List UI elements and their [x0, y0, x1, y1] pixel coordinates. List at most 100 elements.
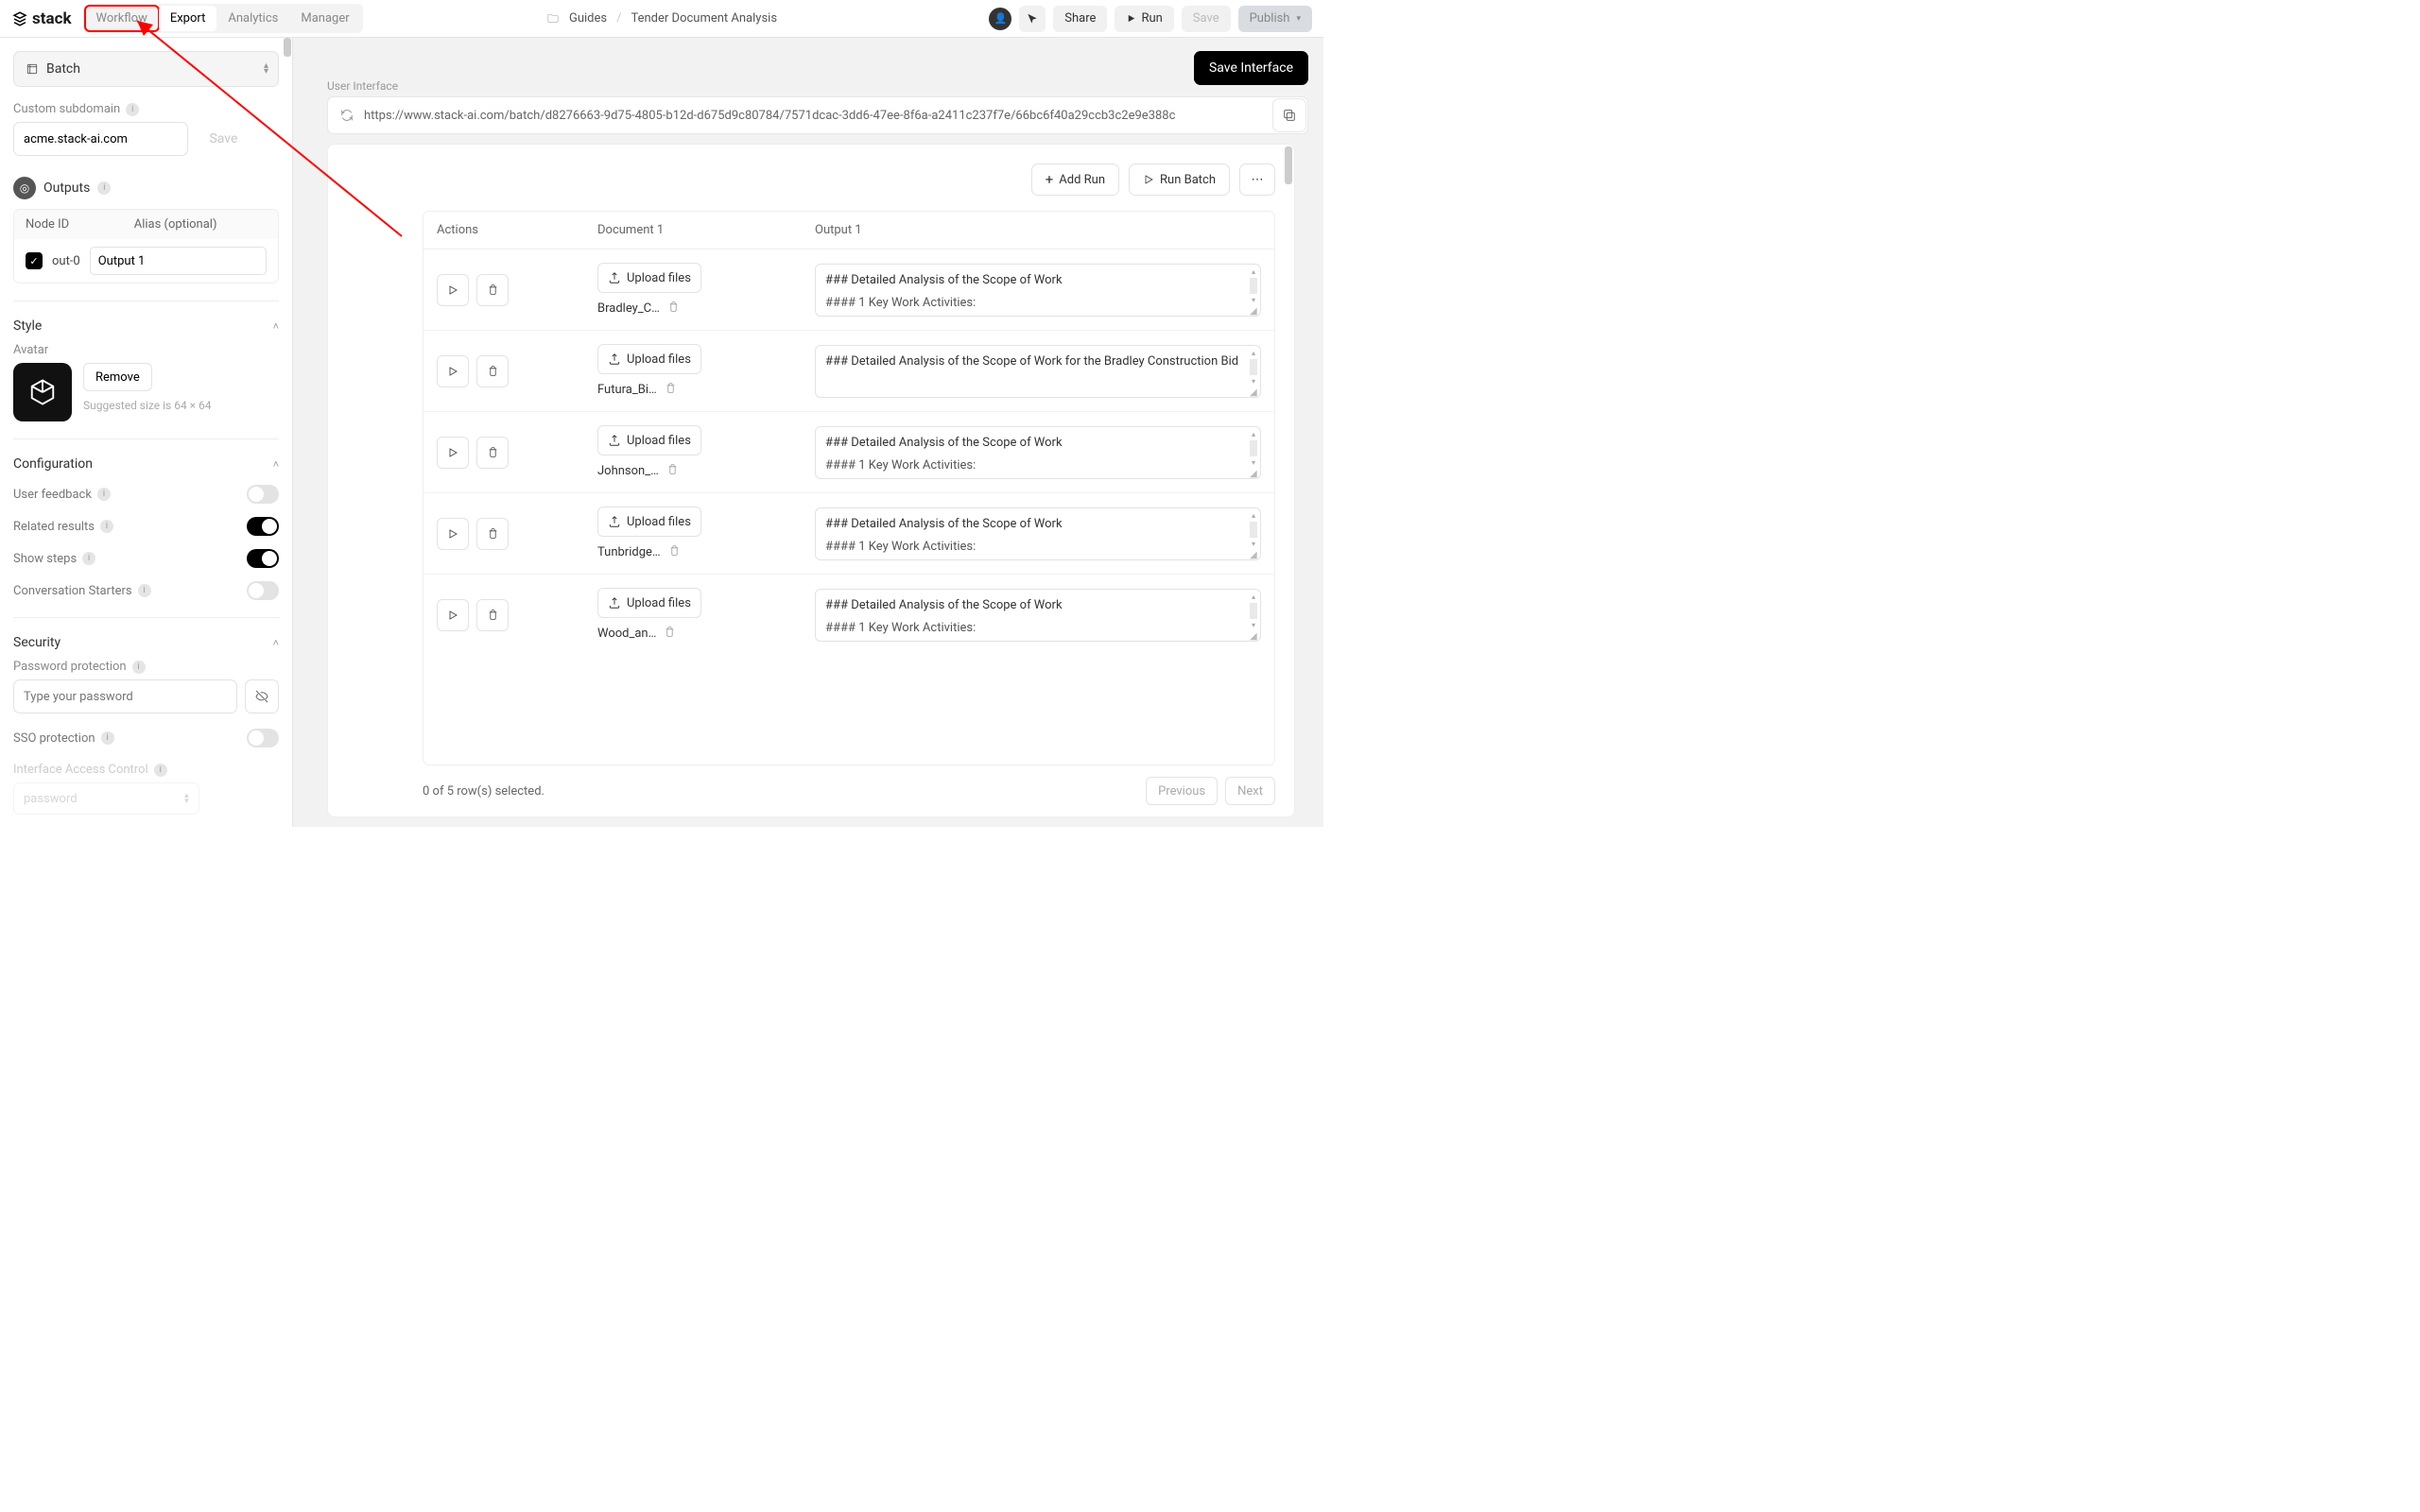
run-row-button[interactable]	[437, 599, 469, 631]
url-bar: https://www.stack-ai.com/batch/d8276663-…	[327, 96, 1308, 134]
canvas-scrollbar[interactable]	[1285, 146, 1292, 184]
subdomain-input[interactable]	[13, 122, 188, 156]
info-icon[interactable]: i	[101, 731, 114, 745]
upload-files-button[interactable]: Upload files	[597, 263, 701, 293]
remove-file-button[interactable]	[666, 463, 679, 479]
share-button[interactable]: Share	[1053, 6, 1107, 32]
info-icon[interactable]: i	[82, 552, 95, 565]
prev-button[interactable]: Previous	[1146, 777, 1218, 805]
upload-icon	[608, 352, 621, 366]
remove-avatar-button[interactable]: Remove	[83, 363, 152, 391]
toggle-related[interactable]	[247, 517, 279, 536]
reload-icon[interactable]	[339, 108, 354, 123]
mode-select[interactable]: Batch ▴▾	[13, 51, 279, 87]
info-icon[interactable]: i	[100, 520, 113, 533]
tab-analytics[interactable]: Analytics	[216, 6, 289, 31]
info-icon[interactable]: i	[132, 661, 146, 674]
tab-workflow[interactable]: Workflow	[85, 6, 159, 31]
config-section[interactable]: Configuration˄	[13, 456, 279, 472]
delete-row-button[interactable]	[476, 355, 509, 387]
breadcrumb-folder[interactable]: Guides	[569, 11, 607, 26]
tab-export[interactable]: Export	[159, 6, 217, 31]
toggle-sso[interactable]	[247, 729, 279, 747]
run-row-button[interactable]	[437, 437, 469, 469]
col-actions: Actions	[437, 223, 597, 237]
security-section[interactable]: Security˄	[13, 635, 279, 650]
output-textarea[interactable]: ### Detailed Analysis of the Scope of Wo…	[815, 264, 1261, 317]
upload-files-button[interactable]: Upload files	[597, 344, 701, 374]
remove-file-button[interactable]	[667, 301, 680, 317]
copy-url-button[interactable]	[1272, 98, 1306, 132]
more-button[interactable]: ⋯	[1239, 163, 1275, 196]
run-batch-button[interactable]: Run Batch	[1129, 163, 1230, 196]
resize-handle[interactable]: ◢	[1250, 549, 1259, 558]
delete-row-button[interactable]	[476, 437, 509, 469]
remove-file-button[interactable]	[668, 544, 681, 560]
run-button[interactable]: Run	[1115, 6, 1173, 32]
delete-row-button[interactable]	[476, 274, 509, 306]
output-scrollbar[interactable]: ▴▾	[1249, 510, 1258, 550]
info-icon[interactable]: i	[138, 584, 151, 597]
subdomain-save-button[interactable]: Save	[196, 122, 251, 156]
toggle-password-visibility[interactable]	[245, 679, 279, 713]
password-input[interactable]	[13, 679, 237, 713]
output-checkbox[interactable]: ✓	[26, 252, 43, 269]
output-scrollbar[interactable]: ▴▾	[1249, 266, 1258, 306]
iac-select[interactable]: password▴▾	[13, 782, 199, 815]
info-icon[interactable]: i	[97, 181, 111, 195]
cursor-button[interactable]	[1019, 6, 1046, 32]
delete-row-button[interactable]	[476, 599, 509, 631]
save-interface-button[interactable]: Save Interface	[1194, 51, 1308, 85]
output-scrollbar[interactable]: ▴▾	[1249, 348, 1258, 387]
delete-row-button[interactable]	[476, 518, 509, 550]
resize-handle[interactable]: ◢	[1250, 468, 1259, 477]
resize-handle[interactable]: ◢	[1250, 630, 1259, 640]
alias-input[interactable]	[90, 247, 267, 275]
table-row: Upload filesBradley_C…### Detailed Analy…	[424, 249, 1274, 331]
toggle-feedback[interactable]	[247, 485, 279, 504]
style-section[interactable]: Style˄	[13, 318, 279, 334]
table-row: Upload filesFutura_Bi…### Detailed Analy…	[424, 331, 1274, 412]
trash-icon	[665, 382, 677, 394]
publish-button[interactable]: Publish▾	[1238, 6, 1312, 32]
toggle-steps[interactable]	[247, 549, 279, 568]
save-button[interactable]: Save	[1182, 6, 1231, 32]
sidebar-scrollbar[interactable]	[284, 38, 291, 57]
remove-file-button[interactable]	[664, 626, 676, 642]
upload-files-button[interactable]: Upload files	[597, 425, 701, 455]
toggle-starters-label: Conversation Starters	[13, 584, 132, 598]
table-row: Upload filesWood_an…### Detailed Analysi…	[424, 575, 1274, 655]
user-avatar[interactable]: 👤	[989, 8, 1011, 30]
info-icon[interactable]: i	[126, 103, 139, 116]
logo-icon	[11, 10, 28, 27]
upload-icon	[608, 271, 621, 284]
remove-file-button[interactable]	[665, 382, 677, 398]
breadcrumb-separator: /	[616, 11, 621, 26]
upload-files-button[interactable]: Upload files	[597, 507, 701, 537]
run-row-button[interactable]	[437, 518, 469, 550]
toggle-steps-label: Show steps	[13, 552, 77, 566]
url-text[interactable]: https://www.stack-ai.com/batch/d8276663-…	[364, 109, 1296, 123]
run-row-button[interactable]	[437, 274, 469, 306]
breadcrumb-page[interactable]: Tender Document Analysis	[631, 11, 777, 26]
info-icon[interactable]: i	[97, 488, 111, 501]
tab-manager[interactable]: Manager	[289, 6, 360, 31]
selection-count: 0 of 5 row(s) selected.	[423, 784, 544, 799]
output-textarea[interactable]: ### Detailed Analysis of the Scope of Wo…	[815, 589, 1261, 642]
output-textarea[interactable]: ### Detailed Analysis of the Scope of Wo…	[815, 507, 1261, 560]
resize-handle[interactable]: ◢	[1250, 305, 1259, 315]
output-scrollbar[interactable]: ▴▾	[1249, 429, 1258, 469]
next-button[interactable]: Next	[1225, 777, 1275, 805]
upload-files-button[interactable]: Upload files	[597, 588, 701, 618]
resize-handle[interactable]: ◢	[1250, 387, 1259, 396]
output-scrollbar[interactable]: ▴▾	[1249, 592, 1258, 631]
toggle-starters[interactable]	[247, 581, 279, 600]
output-textarea[interactable]: ### Detailed Analysis of the Scope of Wo…	[815, 426, 1261, 479]
upload-icon	[608, 434, 621, 447]
logo: stack	[11, 9, 72, 28]
run-row-button[interactable]	[437, 355, 469, 387]
trash-icon	[664, 626, 676, 638]
output-textarea[interactable]: ### Detailed Analysis of the Scope of Wo…	[815, 345, 1261, 398]
add-run-button[interactable]: +Add Run	[1031, 163, 1119, 196]
info-icon[interactable]: i	[154, 764, 167, 777]
